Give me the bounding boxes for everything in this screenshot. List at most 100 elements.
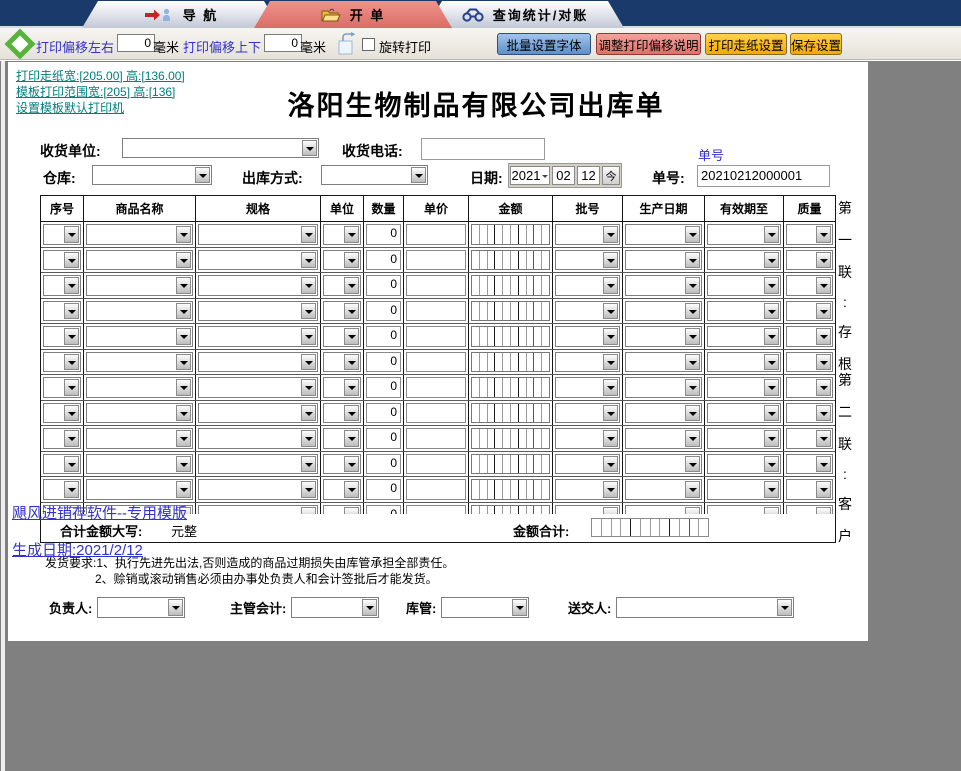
dropdown-arrow-icon[interactable]: [816, 251, 831, 268]
batch-no-combobox[interactable]: [555, 275, 620, 296]
dropdown-arrow-icon[interactable]: [685, 328, 700, 345]
expiry-date-combobox[interactable]: [707, 377, 781, 398]
unit-combobox[interactable]: [323, 351, 361, 372]
quantity-input[interactable]: 0: [366, 479, 401, 500]
dropdown-arrow-icon[interactable]: [344, 455, 359, 472]
dropdown-arrow-icon[interactable]: [64, 226, 79, 243]
dropdown-arrow-icon[interactable]: [685, 353, 700, 370]
dropdown-arrow-icon[interactable]: [603, 455, 618, 472]
quality-combobox[interactable]: [786, 453, 833, 474]
dropdown-arrow-icon[interactable]: [176, 430, 191, 447]
dropdown-arrow-icon[interactable]: [301, 302, 316, 319]
unit-price-input[interactable]: [406, 224, 466, 245]
today-button[interactable]: 今: [602, 166, 620, 185]
dropdown-arrow-icon[interactable]: [301, 251, 316, 268]
dropdown-arrow-icon[interactable]: [603, 379, 618, 396]
expiry-date-combobox[interactable]: [707, 275, 781, 296]
dropdown-arrow-icon[interactable]: [603, 302, 618, 319]
expiry-date-combobox[interactable]: [707, 479, 781, 500]
dropdown-arrow-icon[interactable]: [816, 455, 831, 472]
seq-combobox[interactable]: [43, 453, 81, 474]
adjust-offset-help-button[interactable]: 调整打印偏移说明: [596, 33, 701, 55]
unit-price-input[interactable]: [406, 300, 466, 321]
expiry-date-combobox[interactable]: [707, 224, 781, 245]
dropdown-arrow-icon[interactable]: [64, 379, 79, 396]
seq-combobox[interactable]: [43, 377, 81, 398]
production-date-combobox[interactable]: [625, 351, 702, 372]
dropdown-arrow-icon[interactable]: [603, 353, 618, 370]
paper-feed-settings-button[interactable]: 打印走纸设置: [705, 33, 787, 55]
dropdown-arrow-icon[interactable]: [301, 277, 316, 294]
offset-lr-input[interactable]: 0: [117, 34, 155, 52]
dropdown-arrow-icon[interactable]: [176, 481, 191, 498]
phone-input[interactable]: [421, 138, 545, 160]
dropdown-arrow-icon[interactable]: [301, 481, 316, 498]
unit-price-input[interactable]: [406, 351, 466, 372]
unit-combobox[interactable]: [323, 249, 361, 270]
unit-combobox[interactable]: [323, 326, 361, 347]
unit-combobox[interactable]: [323, 275, 361, 296]
tab-query-statistics[interactable]: 查询统计/对账: [426, 1, 624, 28]
dropdown-arrow-icon[interactable]: [302, 140, 317, 156]
dropdown-arrow-icon[interactable]: [64, 328, 79, 345]
expiry-date-combobox[interactable]: [707, 453, 781, 474]
batch-no-combobox[interactable]: [555, 428, 620, 449]
dropdown-arrow-icon[interactable]: [362, 599, 378, 616]
product-name-combobox[interactable]: [86, 249, 193, 270]
spec-combobox[interactable]: [198, 479, 318, 500]
dropdown-arrow-icon[interactable]: [64, 353, 79, 370]
unit-combobox[interactable]: [323, 428, 361, 449]
dropdown-arrow-icon[interactable]: [64, 277, 79, 294]
quantity-input[interactable]: 0: [366, 326, 401, 347]
seq-combobox[interactable]: [43, 402, 81, 423]
default-printer-link[interactable]: 设置模板默认打印机: [16, 100, 185, 116]
dropdown-arrow-icon[interactable]: [764, 277, 779, 294]
production-date-combobox[interactable]: [625, 453, 702, 474]
production-date-combobox[interactable]: [625, 326, 702, 347]
tab-billing[interactable]: 开 单: [254, 1, 452, 28]
spec-combobox[interactable]: [198, 275, 318, 296]
dropdown-arrow-icon[interactable]: [603, 404, 618, 421]
quantity-input[interactable]: 0: [366, 453, 401, 474]
unit-combobox[interactable]: [323, 479, 361, 500]
dropdown-arrow-icon[interactable]: [301, 226, 316, 243]
date-month-box[interactable]: 02: [552, 166, 575, 185]
quantity-input[interactable]: 0: [366, 351, 401, 372]
dropdown-arrow-icon[interactable]: [64, 302, 79, 319]
quantity-input[interactable]: 0: [366, 377, 401, 398]
dropdown-arrow-icon[interactable]: [603, 481, 618, 498]
dropdown-arrow-icon[interactable]: [344, 251, 359, 268]
deliverer-combobox[interactable]: [616, 597, 795, 618]
dropdown-arrow-icon[interactable]: [816, 277, 831, 294]
dropdown-arrow-icon[interactable]: [512, 599, 528, 616]
dropdown-arrow-icon[interactable]: [344, 226, 359, 243]
dropdown-arrow-icon[interactable]: [344, 379, 359, 396]
quality-combobox[interactable]: [786, 249, 833, 270]
production-date-combobox[interactable]: [625, 402, 702, 423]
spec-combobox[interactable]: [198, 326, 318, 347]
software-template-link[interactable]: 飓风进销存软件--专用模版: [12, 502, 187, 523]
dropdown-arrow-icon[interactable]: [301, 455, 316, 472]
dropdown-arrow-icon[interactable]: [301, 353, 316, 370]
expiry-date-combobox[interactable]: [707, 402, 781, 423]
dropdown-arrow-icon[interactable]: [764, 430, 779, 447]
dropdown-arrow-icon[interactable]: [685, 430, 700, 447]
left-splitter[interactable]: [1, 61, 7, 771]
dropdown-arrow-icon[interactable]: [301, 430, 316, 447]
dropdown-arrow-icon[interactable]: [176, 302, 191, 319]
dropdown-arrow-icon[interactable]: [176, 251, 191, 268]
dropdown-arrow-icon[interactable]: [176, 379, 191, 396]
dropdown-arrow-icon[interactable]: [64, 430, 79, 447]
production-date-combobox[interactable]: [625, 479, 702, 500]
dropdown-arrow-icon[interactable]: [764, 379, 779, 396]
dropdown-arrow-icon[interactable]: [603, 226, 618, 243]
batch-no-combobox[interactable]: [555, 326, 620, 347]
quantity-input[interactable]: 0: [366, 249, 401, 270]
production-date-combobox[interactable]: [625, 377, 702, 398]
dropdown-arrow-icon[interactable]: [176, 404, 191, 421]
dropdown-arrow-icon[interactable]: [764, 226, 779, 243]
dropdown-arrow-icon[interactable]: [685, 302, 700, 319]
unit-price-input[interactable]: [406, 453, 466, 474]
responsible-combobox[interactable]: [97, 597, 186, 618]
dropdown-arrow-icon[interactable]: [176, 455, 191, 472]
